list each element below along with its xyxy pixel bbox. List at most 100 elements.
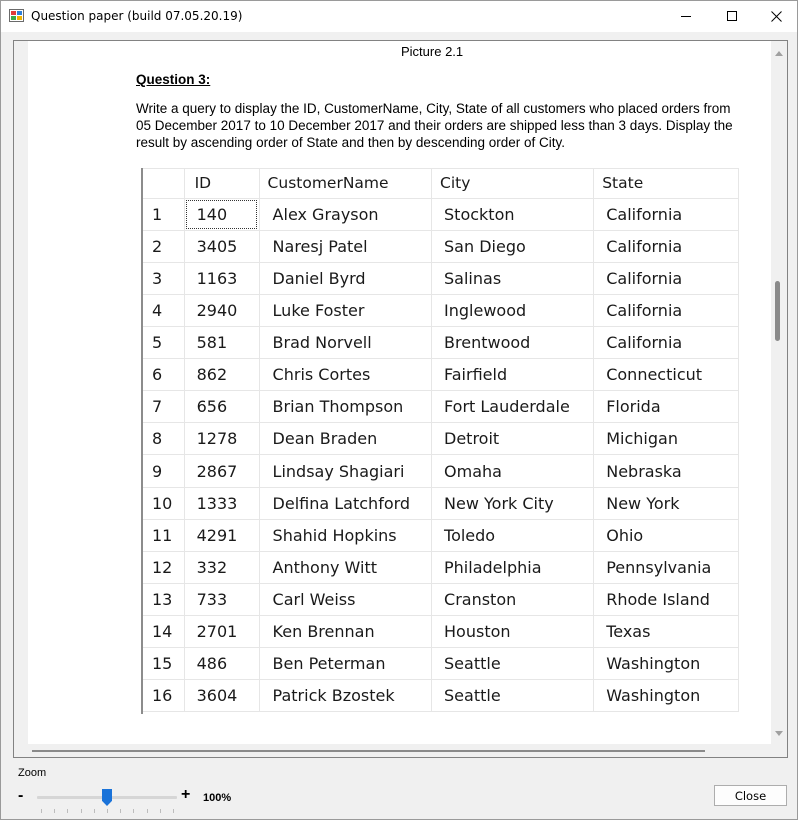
zoom-in-button[interactable]: + xyxy=(181,786,190,804)
state-cell[interactable]: Ohio xyxy=(593,518,739,552)
id-cell[interactable]: 1333 xyxy=(183,486,260,520)
id-cell[interactable]: 140 xyxy=(183,197,260,232)
table-row[interactable]: 2 3405 Naresj Patel San Diego California xyxy=(141,230,739,264)
column-header[interactable] xyxy=(141,168,185,199)
customer-name-cell[interactable]: Brian Thompson xyxy=(258,390,433,424)
state-cell[interactable]: California xyxy=(593,294,739,328)
state-cell[interactable]: California xyxy=(593,197,739,232)
customer-name-cell[interactable]: Lindsay Shagiari xyxy=(258,454,433,488)
customer-name-cell[interactable]: Chris Cortes xyxy=(258,358,433,392)
close-window-button[interactable] xyxy=(753,1,798,32)
state-cell[interactable]: Washington xyxy=(593,678,739,713)
city-cell[interactable]: Fairfield xyxy=(431,358,595,392)
customer-name-cell[interactable]: Naresj Patel xyxy=(258,230,433,264)
id-cell[interactable]: 3604 xyxy=(183,678,260,713)
customer-name-cell[interactable]: Brad Norvell xyxy=(258,326,433,360)
maximize-button[interactable] xyxy=(709,1,755,32)
state-cell[interactable]: Pennsylvania xyxy=(593,550,739,584)
id-cell[interactable]: 2940 xyxy=(183,294,260,328)
city-cell[interactable]: San Diego xyxy=(431,230,595,264)
customer-name-cell[interactable]: Alex Grayson xyxy=(258,197,433,232)
scroll-up-icon[interactable] xyxy=(775,51,783,56)
state-cell[interactable]: California xyxy=(593,262,739,296)
city-cell[interactable]: Omaha xyxy=(431,454,595,488)
customer-name-cell[interactable]: Luke Foster xyxy=(258,294,433,328)
column-header[interactable]: ID xyxy=(183,168,260,199)
zoom-out-button[interactable]: - xyxy=(18,787,23,805)
id-cell[interactable]: 581 xyxy=(183,326,260,360)
table-row[interactable]: 8 1278 Dean Braden Detroit Michigan xyxy=(141,422,739,456)
state-cell[interactable]: Connecticut xyxy=(593,358,739,392)
state-cell[interactable]: Florida xyxy=(593,390,739,424)
id-cell[interactable]: 4291 xyxy=(183,518,260,552)
customer-name-cell[interactable]: Ben Peterman xyxy=(258,646,433,680)
state-cell[interactable]: New York xyxy=(593,486,739,520)
city-cell[interactable]: Inglewood xyxy=(431,294,595,328)
table-row[interactable]: 5 581 Brad Norvell Brentwood California xyxy=(141,326,739,360)
zoom-slider[interactable] xyxy=(37,789,177,813)
id-cell[interactable]: 656 xyxy=(183,390,260,424)
id-cell[interactable]: 3405 xyxy=(183,230,260,264)
state-cell[interactable]: Washington xyxy=(593,646,739,680)
vertical-scroll-thumb[interactable] xyxy=(775,281,780,341)
table-row[interactable]: 11 4291 Shahid Hopkins Toledo Ohio xyxy=(141,518,739,552)
minimize-button[interactable] xyxy=(663,1,709,32)
table-row[interactable]: 15 486 Ben Peterman Seattle Washington xyxy=(141,646,739,680)
id-cell[interactable]: 2701 xyxy=(183,614,260,648)
customer-name-cell[interactable]: Patrick Bzostek xyxy=(258,678,433,713)
id-cell[interactable]: 862 xyxy=(183,358,260,392)
customer-name-cell[interactable]: Shahid Hopkins xyxy=(258,518,433,552)
state-cell[interactable]: Michigan xyxy=(593,422,739,456)
table-row[interactable]: 12 332 Anthony Witt Philadelphia Pennsylvani… xyxy=(141,550,739,584)
table-row[interactable]: 4 2940 Luke Foster Inglewood California xyxy=(141,294,739,328)
id-cell[interactable]: 486 xyxy=(183,646,260,680)
vertical-scrollbar[interactable] xyxy=(771,41,787,744)
city-cell[interactable]: Stockton xyxy=(431,197,595,232)
table-row[interactable]: 13 733 Carl Weiss Cranston Rhode Island xyxy=(141,582,739,616)
city-cell[interactable]: Salinas xyxy=(431,262,595,296)
horizontal-scroll-thumb[interactable] xyxy=(32,750,705,752)
city-cell[interactable]: Philadelphia xyxy=(431,550,595,584)
horizontal-scrollbar[interactable] xyxy=(14,744,773,757)
city-cell[interactable]: Cranston xyxy=(431,582,595,616)
customer-name-cell[interactable]: Delfina Latchford xyxy=(258,486,433,520)
close-button[interactable]: Close xyxy=(714,785,787,806)
table-row[interactable]: 16 3604 Patrick Bzostek Seattle Washington xyxy=(141,678,739,713)
city-cell[interactable]: Brentwood xyxy=(431,326,595,360)
zoom-slider-thumb[interactable] xyxy=(102,789,112,806)
city-cell[interactable]: Fort Lauderdale xyxy=(431,390,595,424)
column-header[interactable]: City xyxy=(431,168,595,199)
customer-name-cell[interactable]: Daniel Byrd xyxy=(258,262,433,296)
customer-name-cell[interactable]: Anthony Witt xyxy=(258,550,433,584)
table-row[interactable]: 3 1163 Daniel Byrd Salinas California xyxy=(141,262,739,296)
customer-name-cell[interactable]: Carl Weiss xyxy=(258,582,433,616)
city-cell[interactable]: Toledo xyxy=(431,518,595,552)
customer-name-cell[interactable]: Ken Brennan xyxy=(258,614,433,648)
state-cell[interactable]: Rhode Island xyxy=(593,582,739,616)
table-row[interactable]: 10 1333 Delfina Latchford New York City New … xyxy=(141,486,739,520)
scroll-down-icon[interactable] xyxy=(775,731,783,736)
column-header[interactable]: CustomerName xyxy=(258,168,433,199)
id-cell[interactable]: 733 xyxy=(183,582,260,616)
title-bar[interactable]: Question paper (build 07.05.20.19) xyxy=(1,1,797,32)
document-viewer[interactable]: Picture 2.1 Question 3: Write a query to… xyxy=(13,40,788,758)
table-row[interactable]: 14 2701 Ken Brennan Houston Texas xyxy=(141,614,739,648)
table-row[interactable]: 9 2867 Lindsay Shagiari Omaha Nebraska xyxy=(141,454,739,488)
table-row[interactable]: 6 862 Chris Cortes Fairfield Connecticut xyxy=(141,358,739,392)
column-header[interactable]: State xyxy=(593,168,739,199)
state-cell[interactable]: Nebraska xyxy=(593,454,739,488)
id-cell[interactable]: 1163 xyxy=(183,262,260,296)
city-cell[interactable]: Seattle xyxy=(431,678,595,713)
city-cell[interactable]: New York City xyxy=(431,486,595,520)
id-cell[interactable]: 332 xyxy=(183,550,260,584)
customer-name-cell[interactable]: Dean Braden xyxy=(258,422,433,456)
id-cell[interactable]: 1278 xyxy=(183,422,260,456)
city-cell[interactable]: Detroit xyxy=(431,422,595,456)
table-row[interactable]: 7 656 Brian Thompson Fort Lauderdale Florida xyxy=(141,390,739,424)
id-cell[interactable]: 2867 xyxy=(183,454,260,488)
city-cell[interactable]: Houston xyxy=(431,614,595,648)
state-cell[interactable]: Texas xyxy=(593,614,739,648)
state-cell[interactable]: California xyxy=(593,326,739,360)
city-cell[interactable]: Seattle xyxy=(431,646,595,680)
state-cell[interactable]: California xyxy=(593,230,739,264)
